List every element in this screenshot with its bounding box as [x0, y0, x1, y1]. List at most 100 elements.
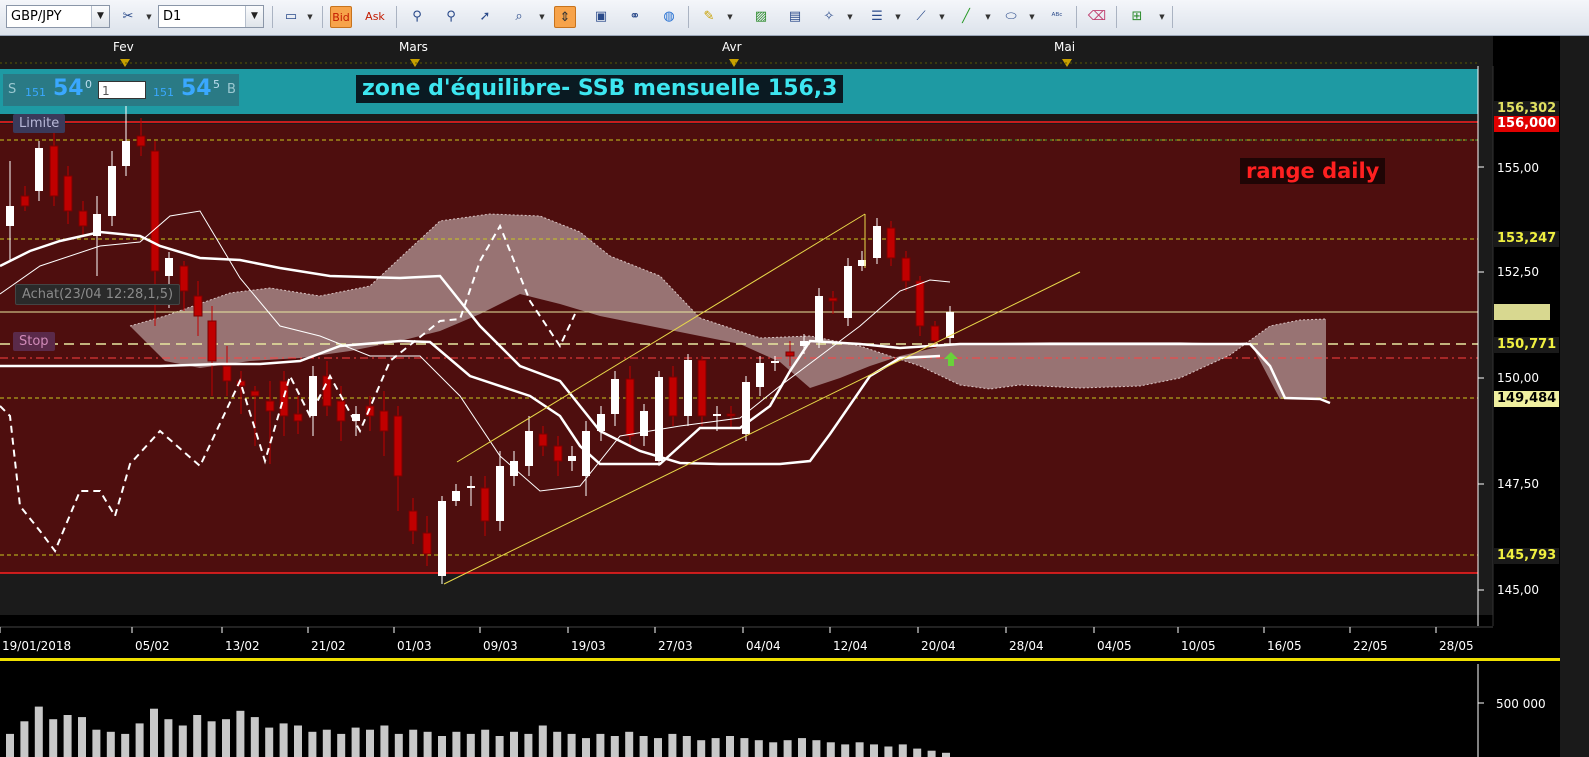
lot-size-input[interactable]: 1: [98, 81, 146, 99]
date-tick: 05/02: [135, 639, 170, 653]
template-icon[interactable]: ▤: [784, 6, 806, 28]
lines-icon[interactable]: ☰: [866, 6, 888, 28]
price-chart[interactable]: Fev Mars Avr Mai 155,00 152,50 150,00 14…: [0, 36, 1589, 757]
sell-price-base: 151: [25, 86, 46, 99]
sell-label: S: [8, 82, 17, 97]
text-tool-icon[interactable]: ᴬᴮᶜ: [1046, 6, 1068, 28]
candle: [684, 354, 692, 426]
date-tick: 22/05: [1353, 639, 1388, 653]
chevron-down-icon[interactable]: ▼: [145, 6, 153, 28]
date-tick: 10/05: [1181, 639, 1216, 653]
chevron-down-icon[interactable]: ▼: [894, 6, 902, 28]
volume-bar: [409, 729, 418, 757]
volume-bar: [510, 731, 518, 757]
chevron-down-icon[interactable]: ▼: [846, 6, 854, 28]
link-icon[interactable]: ⚭: [624, 6, 646, 28]
volume-bar: [279, 723, 288, 757]
volume-bar: [524, 733, 533, 757]
date-tick: 12/04: [833, 639, 868, 653]
screenshot-icon[interactable]: ▣: [590, 6, 612, 28]
volume-bar: [34, 706, 43, 757]
volume-bar: [322, 729, 331, 757]
auto-scroll-icon[interactable]: ⇕: [554, 6, 576, 28]
limit-order-tag[interactable]: Limite: [13, 114, 66, 133]
cursor-icon[interactable]: ➚: [474, 6, 496, 28]
volume-bar: [898, 744, 907, 757]
connection-icon[interactable]: ✂: [117, 6, 139, 28]
ask-button[interactable]: Ask: [364, 6, 386, 28]
stop-order-tag[interactable]: Stop: [13, 332, 55, 351]
trendline-icon[interactable]: ╱: [955, 6, 977, 28]
volume-bar: [841, 744, 850, 757]
toolbar-divider: [688, 6, 689, 28]
sell-price-pips[interactable]: 54: [53, 76, 84, 101]
eraser-icon[interactable]: ⌫: [1086, 6, 1108, 28]
chevron-down-icon[interactable]: ▼: [245, 6, 263, 27]
date-tick: 09/03: [483, 639, 518, 653]
price-box-level: 150,771: [1494, 337, 1560, 353]
month-label: Mars: [399, 40, 428, 54]
price-box-level: 145,793: [1494, 548, 1560, 564]
volume-bar: [567, 733, 576, 757]
candle: [438, 496, 446, 584]
chevron-down-icon[interactable]: ▼: [538, 6, 546, 28]
chart-type-icon[interactable]: ▭: [280, 6, 302, 28]
volume-bar: [452, 731, 461, 757]
volume-bar: [236, 710, 245, 757]
candle: [697, 356, 707, 426]
chevron-down-icon[interactable]: ▼: [938, 6, 946, 28]
month-label: Avr: [722, 40, 742, 54]
volume-bar: [6, 733, 14, 757]
indicator-icon[interactable]: ✧: [818, 6, 840, 28]
month-label: Fev: [113, 40, 134, 54]
volume-bar: [913, 748, 922, 757]
toolbar-divider: [1076, 6, 1077, 28]
volume-bar: [92, 729, 101, 757]
chevron-down-icon[interactable]: ▼: [306, 6, 314, 28]
zoom-out-icon[interactable]: ⚲: [440, 6, 462, 28]
image-icon[interactable]: ▨: [750, 6, 772, 28]
volume-bar: [481, 729, 490, 757]
volume-bar: [812, 740, 821, 757]
chevron-down-icon[interactable]: ▼: [1158, 6, 1166, 28]
zoom-in-icon[interactable]: ⚲: [406, 6, 428, 28]
range-daily-annotation[interactable]: range daily: [1240, 158, 1386, 184]
volume-bar: [942, 752, 950, 757]
globe-icon[interactable]: ◍: [658, 6, 680, 28]
volume-bar: [20, 721, 29, 757]
month-label: Mai: [1054, 40, 1075, 54]
volume-bar: [625, 731, 634, 757]
vertical-scrollbar[interactable]: [1560, 36, 1589, 757]
fan-icon[interactable]: ⟋: [910, 6, 932, 28]
ruler-icon[interactable]: ✎: [698, 6, 720, 28]
volume-tick: 500 000: [1496, 697, 1546, 711]
volume-bar: [222, 719, 230, 757]
chevron-down-icon[interactable]: ▼: [984, 6, 992, 28]
chevron-down-icon[interactable]: ▼: [91, 6, 109, 27]
bid-button[interactable]: Bid: [330, 6, 352, 28]
volume-bar: [250, 717, 259, 757]
buy-order-tag[interactable]: Achat(23/04 12:28,1,5): [15, 284, 181, 305]
volume-bar: [654, 738, 662, 757]
volume-bar: [466, 733, 475, 757]
buy-price-pips[interactable]: 54: [181, 76, 212, 101]
date-tick: 21/02: [311, 639, 346, 653]
date-tick: 04/05: [1097, 639, 1132, 653]
date-tick: 20/04: [921, 639, 956, 653]
zone-title-annotation[interactable]: zone d'équilibre- SSB mensuelle 156,3: [356, 75, 844, 103]
chevron-down-icon[interactable]: ▼: [726, 6, 734, 28]
volume-bar: [855, 742, 864, 757]
hierarchy-icon[interactable]: ⊞: [1126, 6, 1148, 28]
timeframe-select[interactable]: D1 ▼: [158, 5, 264, 28]
volume-bar: [438, 736, 446, 757]
date-tick: 04/04: [746, 639, 781, 653]
volume-bar: [178, 725, 187, 757]
magnify-icon[interactable]: ⌕: [508, 6, 530, 28]
date-tick: 28/05: [1439, 639, 1474, 653]
ellipse-icon[interactable]: ⬭: [1000, 6, 1022, 28]
candle: [844, 258, 852, 326]
symbol-select[interactable]: GBP/JPY ▼: [6, 5, 110, 28]
date-tick: 13/02: [225, 639, 260, 653]
chevron-down-icon[interactable]: ▼: [1028, 6, 1036, 28]
candle: [655, 371, 663, 466]
